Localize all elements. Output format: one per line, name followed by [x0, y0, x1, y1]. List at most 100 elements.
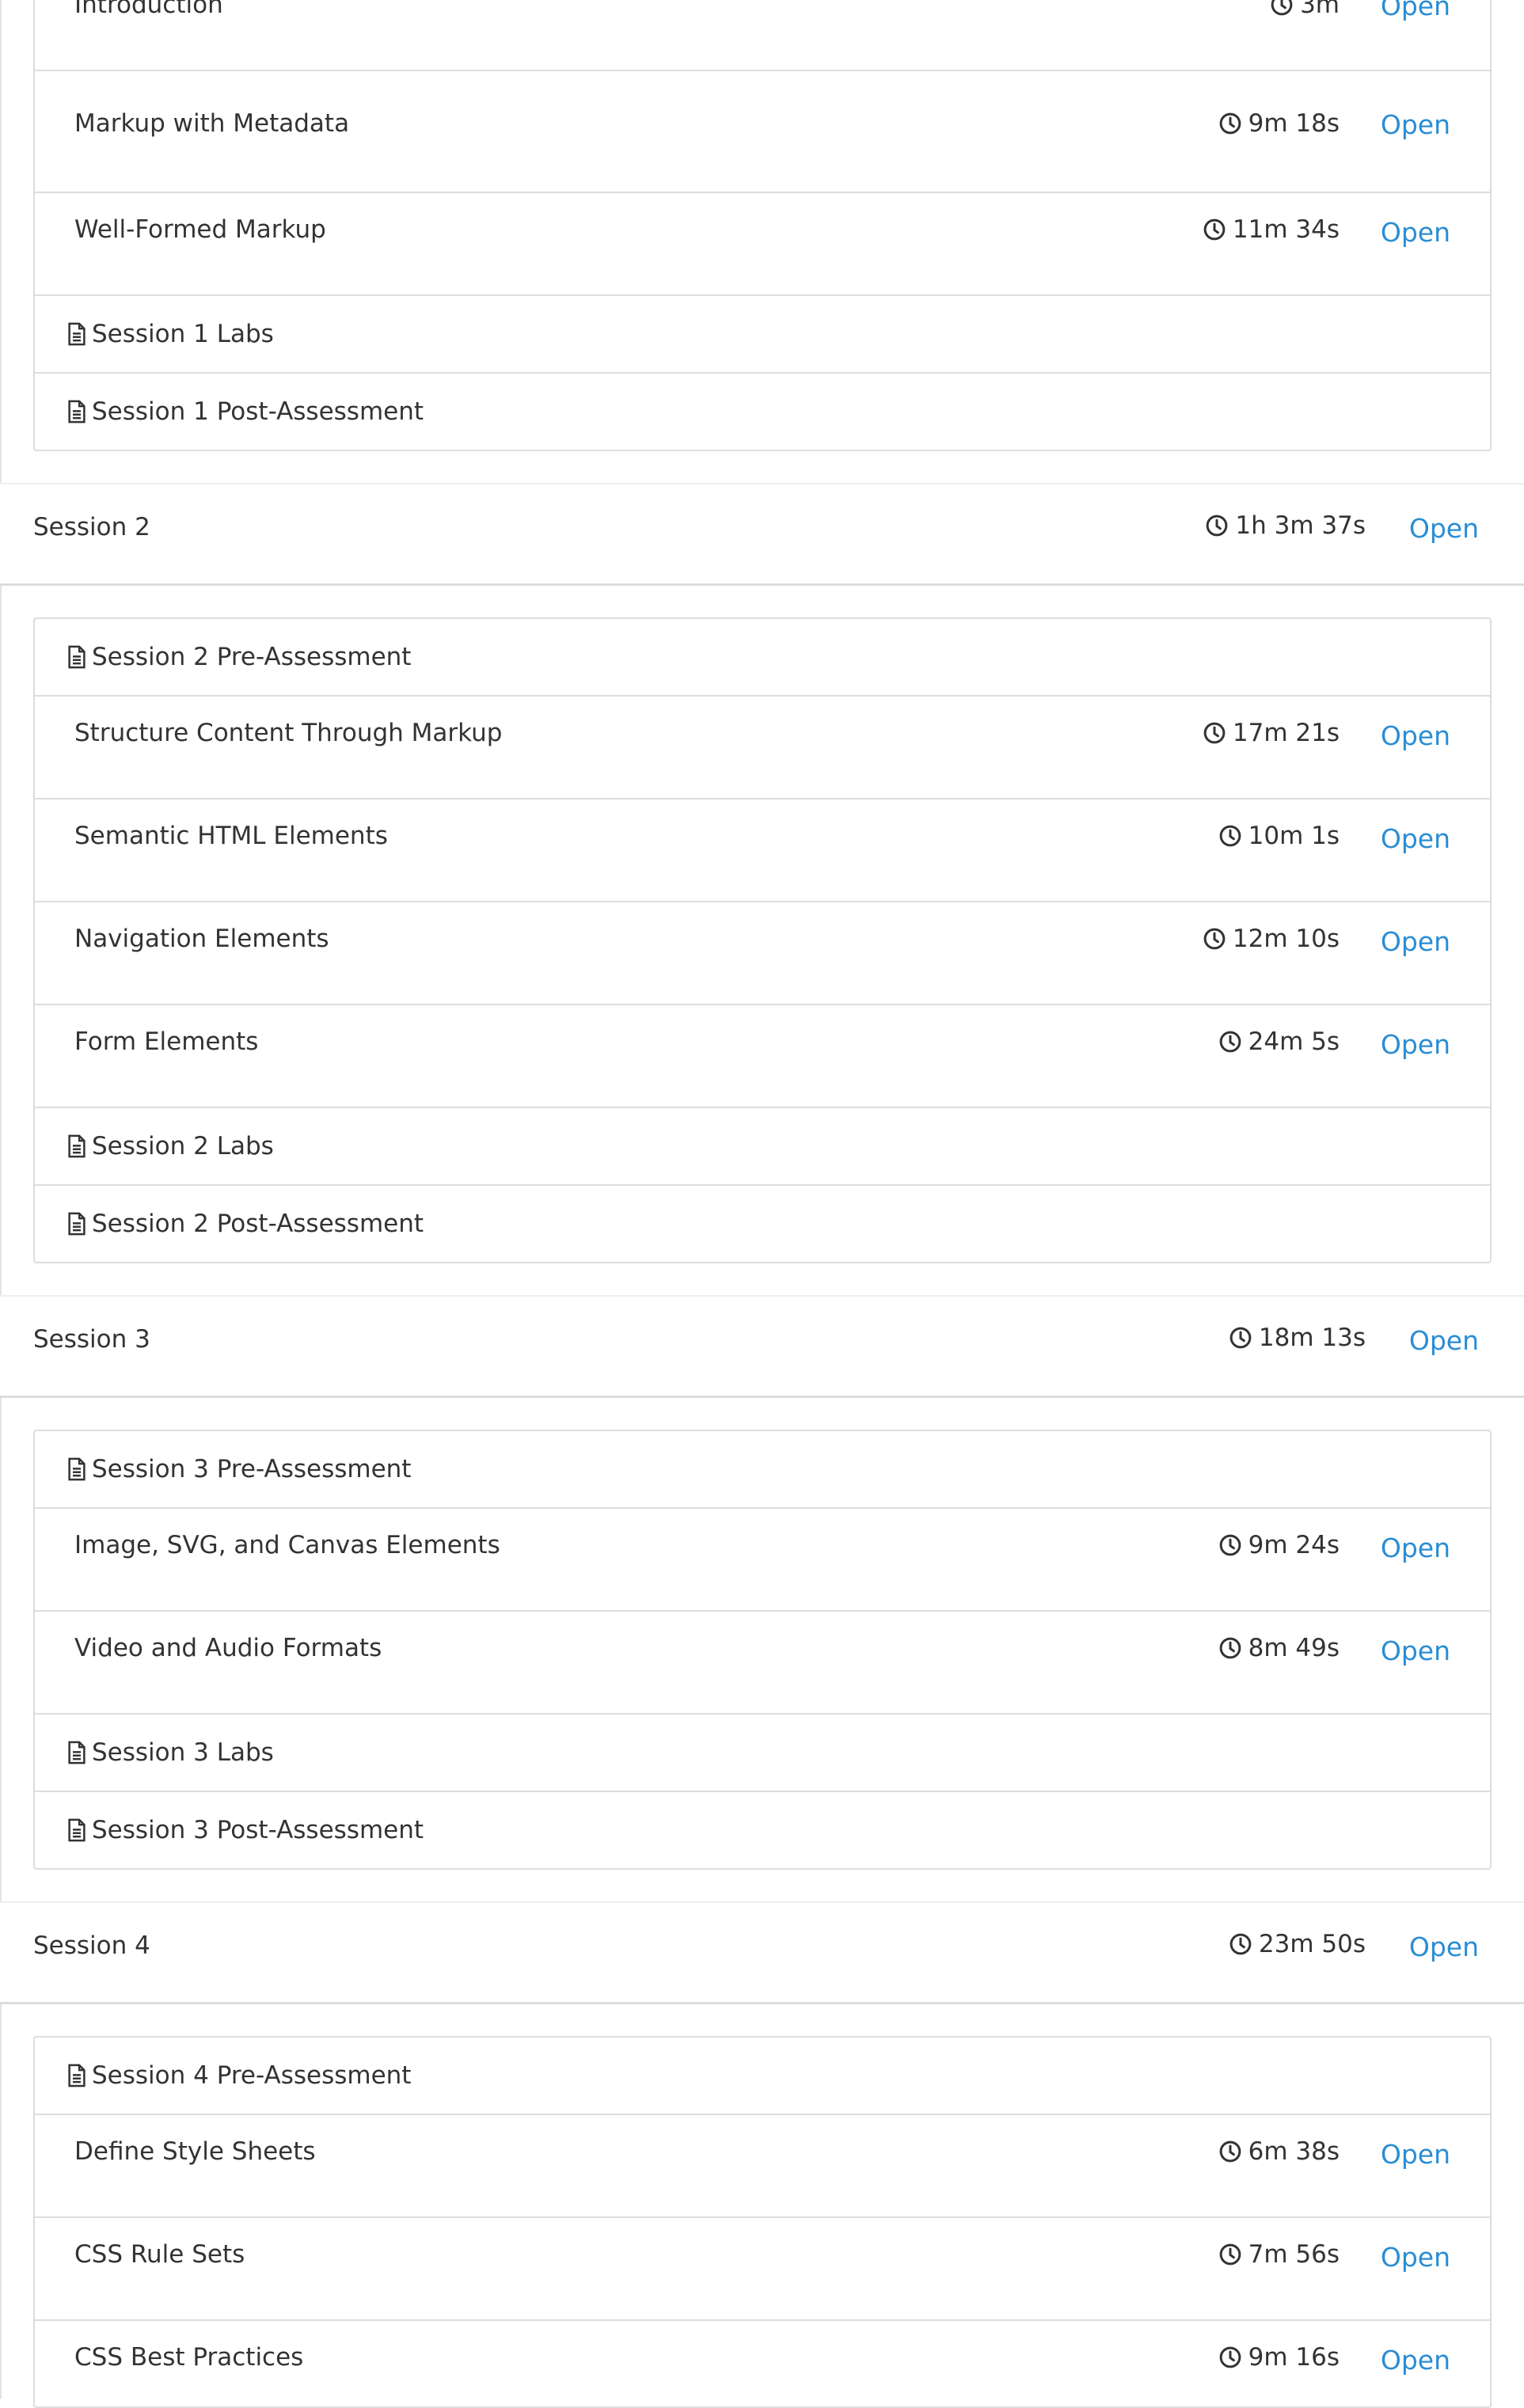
post-assessment-link[interactable]: Session 2 Post-Assessment: [92, 1210, 424, 1238]
pre-assessment-link[interactable]: Session 4 Pre-Assessment: [92, 2061, 411, 2090]
duration-text: 7m 56s: [1248, 2240, 1340, 2269]
document-icon: [68, 2064, 86, 2087]
session-4-header[interactable]: Session 4 23m 50s Open: [0, 1901, 1524, 2004]
video-duration: 6m 38s: [1218, 2137, 1340, 2166]
open-button[interactable]: Open: [1381, 1533, 1450, 1563]
open-button[interactable]: Open: [1381, 217, 1450, 248]
session-title: Session 2: [33, 513, 150, 541]
session-duration: 18m 13s: [1229, 1324, 1366, 1352]
clock-icon: [1219, 1031, 1241, 1053]
video-duration: 12m 10s: [1203, 925, 1340, 953]
video-row: Semantic HTML Elements 10m 1s Open: [35, 800, 1490, 902]
clock-icon: [1229, 1933, 1252, 1955]
video-duration: 3m: [1270, 0, 1340, 19]
video-title: Form Elements: [74, 1027, 259, 1056]
document-icon: [68, 1741, 86, 1764]
session-3-header[interactable]: Session 3 18m 13s Open: [0, 1295, 1524, 1398]
clock-icon: [1219, 112, 1241, 135]
video-row: Structure Content Through Markup 17m 21s…: [35, 697, 1490, 800]
clock-icon: [1203, 218, 1226, 241]
video-title: Video and Audio Formats: [74, 1634, 382, 1662]
video-duration: 24m 5s: [1218, 1027, 1340, 1056]
course-outline: Introduction 3m Open Markup with Metadat…: [0, 0, 1524, 2408]
labs-link[interactable]: Session 1 Labs: [92, 320, 274, 348]
pre-assessment-link[interactable]: Session 2 Pre-Assessment: [92, 643, 411, 671]
open-button[interactable]: Open: [1381, 1029, 1450, 1060]
video-title: CSS Best Practices: [74, 2343, 304, 2372]
duration-text: 9m 24s: [1248, 1531, 1340, 1559]
video-title: Structure Content Through Markup: [74, 719, 503, 747]
duration-text: 8m 49s: [1248, 1634, 1340, 1662]
duration-text: 10m 1s: [1248, 822, 1340, 850]
duration-text: 9m 18s: [1248, 109, 1340, 138]
video-row: Introduction 3m Open: [35, 0, 1490, 71]
document-icon: [68, 1134, 86, 1158]
open-button[interactable]: Open: [1409, 1931, 1479, 1962]
video-row: Video and Audio Formats 8m 49s Open: [35, 1612, 1490, 1715]
labs-row[interactable]: Session 1 Labs: [35, 296, 1490, 374]
open-button[interactable]: Open: [1409, 1325, 1479, 1356]
session-2-header[interactable]: Session 2 1h 3m 37s Open: [0, 483, 1524, 586]
labs-link[interactable]: Session 2 Labs: [92, 1132, 274, 1160]
video-row: Image, SVG, and Canvas Elements 9m 24s O…: [35, 1509, 1490, 1612]
post-assessment-link[interactable]: Session 3 Post-Assessment: [92, 1816, 424, 1844]
open-button[interactable]: Open: [1381, 823, 1450, 854]
open-button[interactable]: Open: [1381, 720, 1450, 751]
document-icon: [68, 1457, 86, 1481]
clock-icon: [1219, 1534, 1241, 1556]
labs-link[interactable]: Session 3 Labs: [92, 1738, 274, 1767]
post-assessment-row[interactable]: Session 1 Post-Assessment: [35, 374, 1490, 450]
outline-border: [0, 0, 2, 2399]
clock-icon: [1219, 825, 1241, 847]
document-icon: [68, 1212, 86, 1236]
video-duration: 8m 49s: [1218, 1634, 1340, 1662]
open-button[interactable]: Open: [1381, 0, 1450, 21]
open-button[interactable]: Open: [1381, 2139, 1450, 2170]
post-assessment-row[interactable]: Session 3 Post-Assessment: [35, 1792, 1490, 1868]
video-title: Markup with Metadata: [74, 109, 350, 138]
video-duration: 17m 21s: [1203, 719, 1340, 747]
video-title: Well-Formed Markup: [74, 215, 326, 244]
video-duration: 11m 34s: [1203, 215, 1340, 244]
video-duration: 10m 1s: [1218, 822, 1340, 850]
open-button[interactable]: Open: [1381, 926, 1450, 957]
pre-assessment-row[interactable]: Session 2 Pre-Assessment: [35, 619, 1490, 697]
duration-text: 9m 16s: [1248, 2343, 1340, 2372]
duration-text: 24m 5s: [1248, 1027, 1340, 1056]
duration-text: 18m 13s: [1258, 1324, 1366, 1352]
video-title: Navigation Elements: [74, 925, 329, 953]
labs-row[interactable]: Session 2 Labs: [35, 1108, 1490, 1186]
open-button[interactable]: Open: [1381, 1635, 1450, 1666]
video-row: Well-Formed Markup 11m 34s Open: [35, 193, 1490, 296]
pre-assessment-row[interactable]: Session 4 Pre-Assessment: [35, 2038, 1490, 2115]
clock-icon: [1203, 722, 1226, 744]
video-duration: 9m 18s: [1218, 109, 1340, 138]
video-title: Introduction: [74, 0, 223, 19]
post-assessment-link[interactable]: Session 1 Post-Assessment: [92, 397, 424, 426]
session-2-contents: Session 2 Pre-Assessment Structure Conte…: [33, 617, 1492, 1263]
pre-assessment-row[interactable]: Session 3 Pre-Assessment: [35, 1431, 1490, 1509]
duration-text: 11m 34s: [1232, 215, 1340, 244]
open-button[interactable]: Open: [1409, 513, 1479, 544]
video-row: Navigation Elements 12m 10s Open: [35, 902, 1490, 1005]
clock-icon: [1219, 2140, 1241, 2163]
post-assessment-row[interactable]: Session 2 Post-Assessment: [35, 1186, 1490, 1262]
labs-row[interactable]: Session 3 Labs: [35, 1715, 1490, 1792]
video-title: Semantic HTML Elements: [74, 822, 388, 850]
document-icon: [68, 400, 86, 423]
video-duration: 9m 16s: [1218, 2343, 1340, 2372]
session-duration: 23m 50s: [1229, 1930, 1366, 1958]
video-duration: 7m 56s: [1218, 2240, 1340, 2269]
open-button[interactable]: Open: [1381, 2345, 1450, 2376]
video-row: Form Elements 24m 5s Open: [35, 1005, 1490, 1108]
pre-assessment-link[interactable]: Session 3 Pre-Assessment: [92, 1455, 411, 1483]
open-button[interactable]: Open: [1381, 109, 1450, 140]
video-duration: 9m 24s: [1218, 1531, 1340, 1559]
session-4-contents: Session 4 Pre-Assessment Define Style Sh…: [33, 2036, 1492, 2408]
open-button[interactable]: Open: [1381, 2242, 1450, 2273]
video-title: Define Style Sheets: [74, 2137, 316, 2166]
document-icon: [68, 1818, 86, 1842]
clock-icon: [1219, 1637, 1241, 1659]
duration-text: 1h 3m 37s: [1235, 511, 1366, 540]
video-row: CSS Rule Sets 7m 56s Open: [35, 2218, 1490, 2321]
